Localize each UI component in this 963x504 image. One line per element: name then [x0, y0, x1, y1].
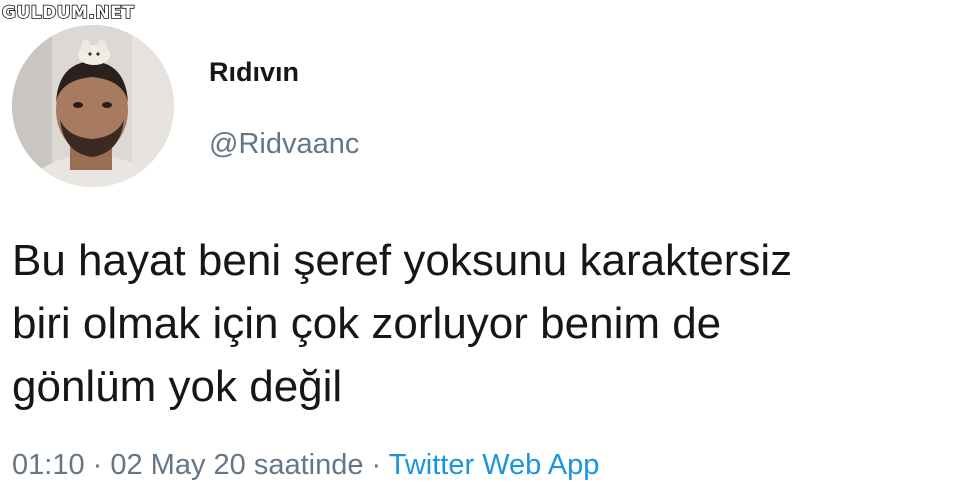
avatar[interactable] [12, 25, 174, 187]
tweet-time[interactable]: 01:10 [12, 449, 85, 481]
meta-separator: · [363, 449, 389, 481]
tweet-meta: 01:10 · 02 May 20 saatinde · Twitter Web… [12, 446, 599, 484]
watermark-logo: GULDUM.NET [1, 2, 135, 24]
meta-separator: · [84, 449, 111, 481]
display-name[interactable]: Rıdıvın [209, 56, 299, 88]
avatar-photo [12, 25, 174, 187]
user-handle[interactable]: @Ridvaanc [209, 127, 359, 161]
tweet-text: Bu hayat beni şeref yoksunu karaktersiz … [12, 236, 793, 411]
tweet-date[interactable]: 02 May 20 saatinde [110, 449, 363, 481]
tweet-source-link[interactable]: Twitter Web App [389, 449, 600, 481]
